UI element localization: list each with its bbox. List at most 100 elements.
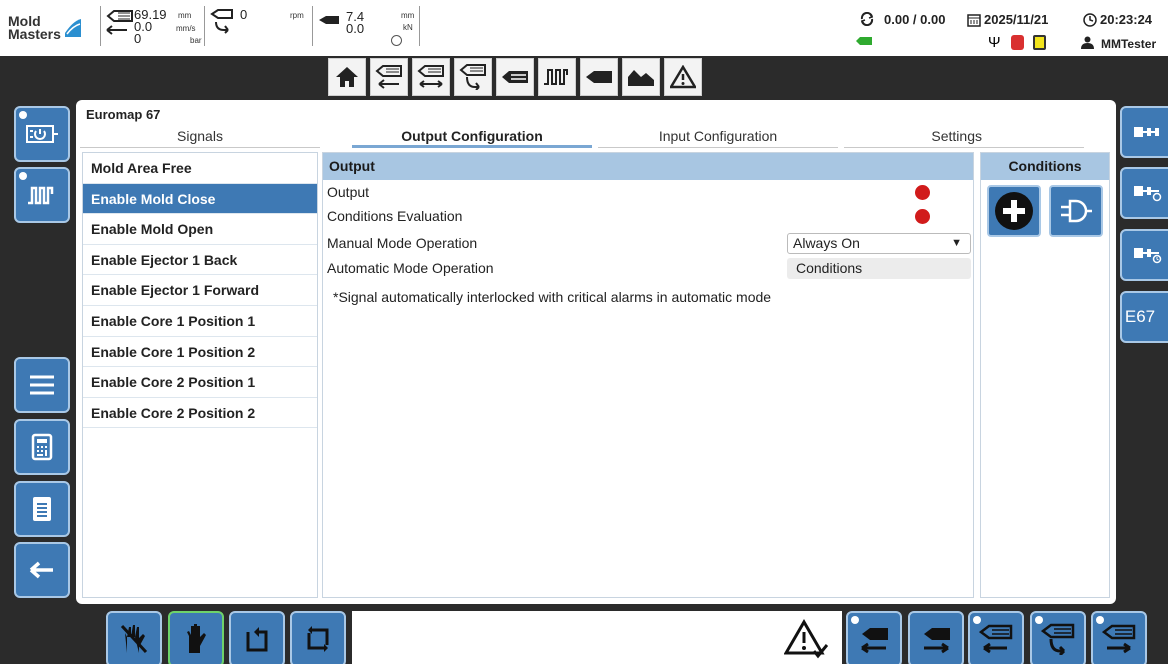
storage-yellow-icon [1033, 35, 1046, 50]
machine-timer-icon [1134, 248, 1162, 264]
logo-line2: Masters [8, 26, 61, 42]
status-header: Mold Masters 69.19 0.0 0 mm mm/s bar 0 r… [0, 0, 1168, 56]
clamp-close-button[interactable] [846, 611, 902, 664]
warning-icon [670, 65, 696, 89]
calendar-icon [967, 14, 981, 27]
manual-mode-button[interactable] [168, 611, 224, 664]
nozzle-icon [502, 71, 528, 83]
heater-icon [28, 186, 54, 205]
time-display: 20:23:24 [1100, 12, 1153, 27]
usb-icon: Ψ [988, 34, 1001, 51]
conditions-evaluation-label: Conditions Evaluation [327, 208, 463, 224]
injection-back-button[interactable] [370, 58, 408, 96]
machine-settings-icon [1134, 186, 1162, 202]
screw-recovery-button[interactable] [454, 58, 492, 96]
document-button[interactable] [14, 481, 70, 537]
injection-back-icon [375, 65, 402, 89]
automatic-mode-label: Automatic Mode Operation [327, 260, 494, 276]
injection-forward-button[interactable] [1091, 611, 1147, 664]
rail-indicator-dot [19, 111, 27, 119]
back-button[interactable] [14, 542, 70, 598]
menu-button[interactable] [14, 357, 70, 413]
injection-status-icon [856, 37, 872, 45]
chevron-down-icon: ▼ [951, 237, 962, 249]
tab-settings[interactable]: Settings [844, 128, 1084, 148]
sd-card-red-icon [1011, 35, 1024, 50]
signal-item-mold-area-free[interactable]: Mold Area Free [83, 153, 317, 184]
auto-cycle-icon [307, 626, 329, 652]
euromap-signals-button[interactable] [1120, 106, 1168, 158]
heater-icon [544, 69, 568, 85]
signal-item-enable-mold-open[interactable]: Enable Mold Open [83, 214, 317, 245]
power-io-button[interactable] [14, 106, 70, 162]
conditions-header: Conditions [981, 153, 1109, 180]
screw-rotation-icon [210, 9, 233, 34]
clamp-close-icon [861, 628, 888, 654]
clamp-button[interactable] [580, 58, 618, 96]
screw-recovery-bottom-button[interactable] [1030, 611, 1086, 664]
rail-indicator-dot [19, 172, 27, 180]
tab-input-configuration[interactable]: Input Configuration [598, 128, 838, 148]
manual-mode-label: Manual Mode Operation [327, 235, 478, 251]
arrow-left-icon [29, 561, 53, 579]
clamp-position-unit: mm [401, 11, 415, 20]
semi-auto-button[interactable] [229, 611, 285, 664]
clamp-open-button[interactable] [908, 611, 964, 664]
header-divider [204, 6, 205, 46]
signal-item-enable-core-2-position-2[interactable]: Enable Core 2 Position 2 [83, 398, 317, 429]
euromap-timer-button[interactable] [1120, 229, 1168, 281]
heaters-rail-button[interactable] [14, 167, 70, 223]
home-button[interactable] [328, 58, 366, 96]
alarm-message-bar[interactable] [352, 611, 842, 664]
hand-icon [187, 624, 206, 653]
calculator-button[interactable] [14, 419, 70, 475]
injection-hold-button[interactable] [412, 58, 450, 96]
semi-auto-icon [246, 627, 268, 652]
signal-item-enable-mold-close[interactable]: Enable Mold Close [83, 183, 317, 215]
heater-button[interactable] [538, 58, 576, 96]
signal-item-enable-core-2-position-1[interactable]: Enable Core 2 Position 1 [83, 367, 317, 398]
header-divider [100, 6, 101, 46]
hamburger-menu-icon [30, 375, 54, 395]
e67-label: E67 [1124, 307, 1156, 326]
injection-unit-icon [106, 10, 133, 22]
cycle-icon [860, 12, 874, 26]
signal-item-enable-ejector-1-forward[interactable]: Enable Ejector 1 Forward [83, 275, 317, 306]
signal-item-enable-core-1-position-2[interactable]: Enable Core 1 Position 2 [83, 337, 317, 368]
panel-title: Euromap 67 [86, 107, 161, 122]
add-condition-button[interactable] [987, 185, 1041, 237]
clamp-force-unit: kN [403, 23, 413, 32]
calculator-icon [31, 433, 53, 461]
header-divider [419, 6, 420, 46]
main-panel: Euromap 67 Signals Output Configuration … [76, 100, 1116, 604]
alarm-button[interactable] [664, 58, 702, 96]
manual-mode-dropdown[interactable]: Always On ▼ [787, 233, 971, 254]
e67-button[interactable]: E67 [1120, 291, 1168, 343]
nozzle-button[interactable] [496, 58, 534, 96]
injection-back-bottom-button[interactable] [968, 611, 1024, 664]
date-display: 2025/11/21 [984, 12, 1049, 27]
document-icon [33, 497, 51, 521]
manual-off-button[interactable] [106, 611, 162, 664]
cycle-counter: 0.00 / 0.00 [884, 12, 946, 27]
mold-button[interactable] [622, 58, 660, 96]
clamp-open-icon [924, 628, 950, 654]
plug-condition-button[interactable] [1049, 185, 1103, 237]
signal-item-enable-core-1-position-1[interactable]: Enable Core 1 Position 1 [83, 306, 317, 337]
user-icon [1081, 36, 1094, 49]
speed-unit: mm/s [176, 24, 196, 33]
output-row-label: Output [327, 184, 370, 200]
rail-indicator-dot [973, 616, 981, 624]
tab-output-configuration[interactable]: Output Configuration [352, 128, 592, 148]
auto-mode-button[interactable] [290, 611, 346, 664]
alarm-acknowledge-icon [784, 619, 828, 659]
euromap-settings-button[interactable] [1120, 167, 1168, 219]
screw-value: 0 [240, 7, 248, 22]
arrow-left-icon [106, 25, 127, 35]
injection-forward-icon [1102, 624, 1136, 654]
injection-back-icon [979, 624, 1013, 654]
tab-signals[interactable]: Signals [80, 128, 320, 148]
position-unit: mm [178, 11, 192, 20]
signal-item-enable-ejector-1-back[interactable]: Enable Ejector 1 Back [83, 245, 317, 276]
header-divider [312, 6, 313, 46]
